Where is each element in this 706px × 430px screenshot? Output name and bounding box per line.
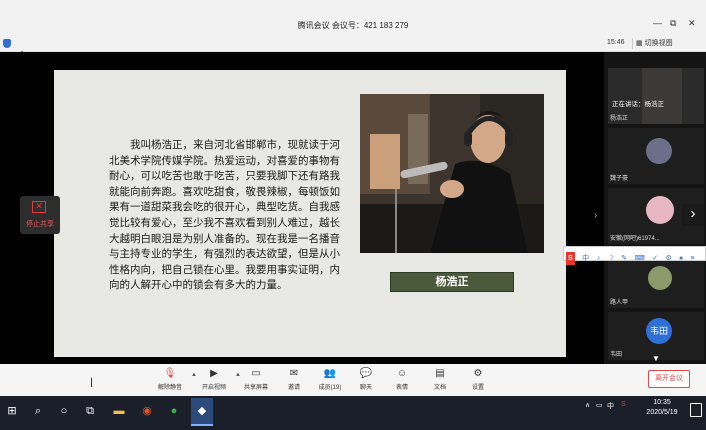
meeting-time: 15:46 bbox=[607, 39, 625, 46]
presentation-slide: 我叫杨浩正，来自河北省邯郸市，现就读于河北美术学院传媒学院。热爱运动，对喜爱的事… bbox=[54, 70, 566, 357]
title-bar: 腾讯会议 会议号：421 183 279 — ⧉ ✕ bbox=[0, 0, 706, 36]
video-label: 开启视频 bbox=[201, 385, 226, 391]
participant-tile[interactable]: 正在讲话：杨浩正 杨浩正 bbox=[608, 68, 704, 124]
info-bar: 15:46 ▦ 切换视图 bbox=[0, 36, 706, 58]
screen-share-icon: ▭ bbox=[251, 368, 261, 379]
avatar bbox=[646, 196, 674, 224]
emoji-icon: ☺ bbox=[396, 368, 408, 379]
settings-icon: ⚙ bbox=[473, 368, 483, 379]
meeting-toolbar: 🎙 解除静音 ▲ ▶ 开启视频 ▲ ▭ 共享屏幕 ✉ 邀请 👥 成员(19) 💬… bbox=[0, 364, 706, 396]
document-label: 文档 bbox=[433, 385, 446, 391]
invite-label: 邀请 bbox=[287, 385, 300, 391]
mic-muted-icon: 🎙 bbox=[163, 368, 177, 379]
stop-share-label: 停止共享 bbox=[26, 221, 54, 228]
chat-icon: 💬 bbox=[359, 368, 373, 379]
profile-photo bbox=[360, 94, 544, 253]
input-lang[interactable]: 中 bbox=[607, 401, 614, 411]
ime-item[interactable]: 中 bbox=[582, 252, 589, 265]
clock-date: 2020/5/19 bbox=[646, 409, 678, 416]
document-button[interactable]: ▤ 文档 bbox=[422, 368, 458, 394]
unmute-button[interactable]: 🎙 解除静音 bbox=[152, 368, 188, 394]
meeting-window: 腾讯会议 会议号：421 183 279 — ⧉ ✕ 15:46 ▦ 切换视图 … bbox=[0, 0, 706, 430]
chevron-down-icon[interactable]: ▼ bbox=[652, 354, 660, 363]
members-icon: 👥 bbox=[323, 368, 337, 379]
ime-item[interactable]: ✓ bbox=[652, 252, 658, 265]
avatar bbox=[648, 266, 672, 290]
mouse-cursor bbox=[91, 378, 97, 387]
app-icon[interactable]: ● bbox=[166, 403, 182, 419]
stop-share-icon: ✕ bbox=[32, 201, 46, 213]
emoji-label: 表情 bbox=[395, 385, 408, 391]
invite-button[interactable]: ✉ 邀请 bbox=[276, 368, 312, 394]
ime-item[interactable]: ⚙ bbox=[665, 252, 671, 265]
tencent-meeting-icon: ◆ bbox=[197, 405, 207, 417]
speaking-indicator: 正在讲话：杨浩正 bbox=[612, 101, 664, 108]
ime-toolbar[interactable]: S 中 ♪ ☽ ✎ ⌨ ✓ ⚙ ♠ ≡ bbox=[563, 246, 706, 265]
emoji-button[interactable]: ☺ 表情 bbox=[384, 368, 420, 394]
ime-item[interactable]: ☽ bbox=[608, 252, 614, 265]
ime-item[interactable]: ♪ bbox=[597, 252, 601, 265]
slide-paragraph: 我叫杨浩正，来自河北省邯郸市，现就读于河北美术学院传媒学院。热爱运动，对喜爱的事… bbox=[109, 139, 340, 292]
os-taskbar: ⊞ ⌕ ○ ⧉ ▬ ◉ ● ◆ ∧ ▭ 中 S 10:35 2020/5/19 bbox=[0, 396, 706, 430]
sogou-icon[interactable]: S bbox=[566, 252, 575, 265]
chevron-up-icon[interactable]: ∧ bbox=[585, 401, 590, 409]
participant-name: 韦田 bbox=[610, 352, 623, 358]
ime-item[interactable]: ⌨ bbox=[635, 252, 645, 265]
video-button[interactable]: ▶ 开启视频 bbox=[196, 368, 232, 394]
share-screen-button[interactable]: ▭ 共享屏幕 bbox=[238, 368, 274, 394]
participant-tile[interactable]: 韦田 韦田 bbox=[608, 312, 704, 360]
participant-name: 魏子豪 bbox=[610, 176, 629, 182]
participant-tile[interactable]: 路人甲 bbox=[608, 260, 704, 308]
taskbar-clock[interactable]: 10:35 2020/5/19 bbox=[637, 398, 687, 418]
close-icon[interactable]: ✕ bbox=[688, 18, 696, 29]
cortana-icon[interactable]: ○ bbox=[56, 403, 72, 419]
search-icon[interactable]: ⌕ bbox=[30, 403, 46, 419]
task-view-icon[interactable]: ⧉ bbox=[82, 403, 98, 419]
members-label: 成员(19) bbox=[318, 385, 342, 391]
leave-meeting-button[interactable]: 离开会议 bbox=[648, 370, 690, 388]
ime-item[interactable]: ≡ bbox=[690, 252, 694, 265]
settings-button[interactable]: ⚙ 设置 bbox=[460, 368, 496, 394]
chat-label: 聊天 bbox=[359, 385, 372, 391]
unmute-label: 解除静音 bbox=[157, 385, 182, 391]
name-plate: 杨浩正 bbox=[390, 272, 514, 292]
participant-tile[interactable]: 魏子豪 bbox=[608, 128, 704, 184]
chevron-right-icon[interactable]: › bbox=[594, 210, 597, 221]
sogou-tray-icon[interactable]: S bbox=[621, 401, 626, 408]
chat-button[interactable]: 💬 聊天 bbox=[348, 368, 384, 394]
chevron-right-icon[interactable]: › bbox=[682, 204, 704, 226]
window-title: 腾讯会议 会议号：421 183 279 bbox=[297, 21, 409, 30]
notification-icon[interactable] bbox=[690, 403, 702, 417]
browser-icon[interactable]: ◉ bbox=[139, 403, 155, 419]
windows-start-icon[interactable]: ⊞ bbox=[4, 403, 20, 419]
stop-share-button[interactable]: ✕ 停止共享 bbox=[20, 196, 60, 234]
maximize-icon[interactable]: ⧉ bbox=[670, 18, 676, 29]
view-switch-button[interactable]: ▦ 切换视图 bbox=[632, 38, 676, 49]
share-screen-label: 共享屏幕 bbox=[243, 385, 268, 391]
participant-name: 安徽(网吧)61974... bbox=[610, 236, 660, 242]
ime-item[interactable]: ♠ bbox=[679, 252, 683, 265]
ime-item[interactable]: ✎ bbox=[621, 252, 627, 265]
avatar: 韦田 bbox=[646, 318, 672, 344]
members-button[interactable]: 👥 成员(19) bbox=[312, 368, 348, 394]
document-icon: ▤ bbox=[435, 368, 445, 379]
file-explorer-icon[interactable]: ▬ bbox=[111, 403, 127, 419]
minimize-icon[interactable]: — bbox=[653, 18, 662, 28]
network-icon[interactable]: ▭ bbox=[596, 401, 603, 409]
view-switch-label: 切换视图 bbox=[644, 40, 673, 47]
grid-icon: ▦ bbox=[636, 40, 643, 47]
shield-icon[interactable] bbox=[3, 39, 11, 48]
settings-label: 设置 bbox=[471, 385, 484, 391]
shared-screen: 我叫杨浩正，来自河北省邯郸市，现就读于河北美术学院传媒学院。热爱运动，对喜爱的事… bbox=[0, 52, 604, 364]
participant-name: 杨浩正 bbox=[610, 116, 629, 122]
participant-name: 路人甲 bbox=[610, 300, 629, 306]
clock-time: 10:35 bbox=[653, 399, 671, 406]
avatar bbox=[646, 138, 672, 164]
participant-video bbox=[642, 68, 682, 124]
video-off-icon: ▶ bbox=[210, 368, 218, 379]
invite-icon: ✉ bbox=[289, 368, 299, 379]
tencent-meeting-taskbar-item[interactable]: ◆ bbox=[191, 398, 213, 426]
